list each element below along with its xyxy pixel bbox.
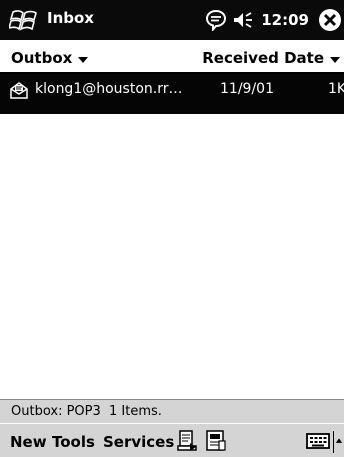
windows-flag-icon[interactable] [9,8,39,32]
send-receive-icon[interactable] [176,429,198,453]
message-folder-icon[interactable] [205,429,227,453]
menu-bar: New Tools Services [0,423,344,457]
message-list[interactable]: klong1@houston.rr… 11/9/01 1K [0,74,344,394]
message-date: 11/9/01 [220,81,274,97]
status-text: Outbox: POP3 1 Items. [11,404,162,419]
speaker-icon[interactable] [232,9,254,31]
status-bar: Outbox: POP3 1 Items. [0,399,344,423]
chevron-down-icon [330,56,340,63]
message-sender: klong1@houston.rr… [35,81,183,97]
sort-dropdown[interactable]: Received Date [202,49,340,67]
folder-dropdown-label: Outbox [11,49,73,67]
speech-bubble-icon[interactable] [205,9,227,31]
chevron-down-icon [78,56,89,63]
outbox-message-icon [10,82,28,99]
menu-tools[interactable]: Tools [52,433,95,451]
folder-dropdown[interactable]: Outbox [11,49,89,67]
up-arrow-icon[interactable] [333,431,344,453]
clock[interactable]: 12:09 [261,11,309,29]
sort-dropdown-label: Received Date [202,49,324,67]
menu-services[interactable]: Services [103,433,174,451]
menu-new[interactable]: New [10,433,47,451]
close-x-icon[interactable] [318,8,342,32]
message-row[interactable]: klong1@houston.rr… 11/9/01 1K [0,74,344,114]
title-status-area: 12:09 [205,5,342,35]
app-title: Inbox [47,9,94,27]
message-size: 1K [328,81,344,97]
title-bar: Inbox 12:09 [0,0,344,40]
keyboard-icon[interactable] [306,432,330,450]
column-header: Outbox Received Date [0,40,344,74]
